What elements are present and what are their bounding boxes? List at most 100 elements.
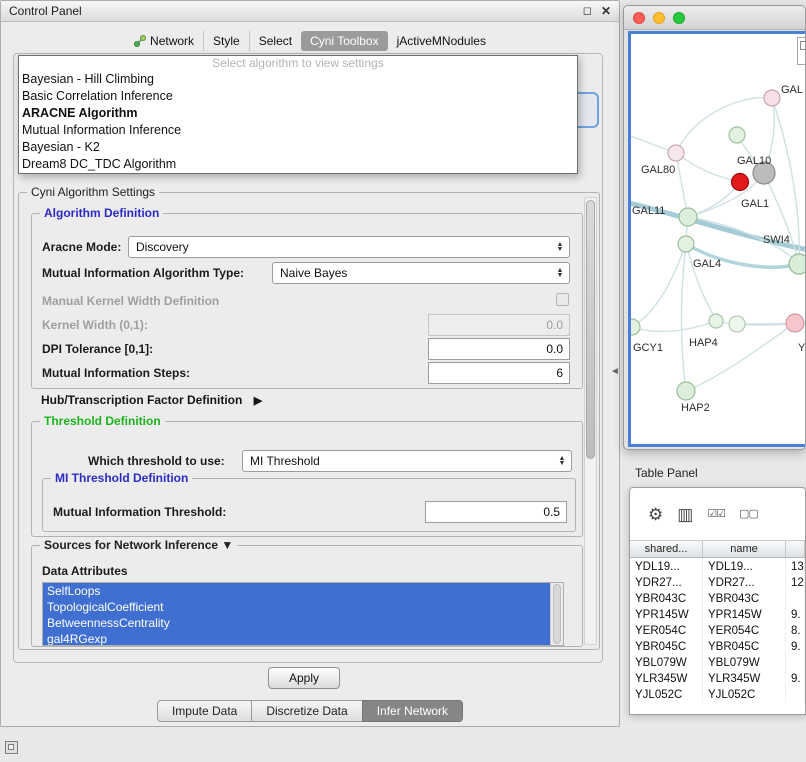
tab-infer-network[interactable]: Infer Network: [362, 700, 463, 722]
column-header-name[interactable]: name: [703, 541, 786, 557]
network-window-titlebar[interactable]: [624, 6, 805, 30]
network-node[interactable]: [732, 174, 749, 191]
table-cell[interactable]: YLR345W: [630, 671, 703, 687]
table-cell[interactable]: 8.: [786, 623, 805, 639]
network-canvas[interactable]: GALGAL80GAL10GAL11GAL1SWI4GAL4GCY1HAP4HA…: [628, 31, 806, 447]
table-cell[interactable]: YBL079W: [703, 655, 786, 671]
table-row[interactable]: YDR27...YDR27...12: [630, 575, 805, 591]
network-node[interactable]: [709, 314, 723, 328]
network-node[interactable]: [668, 145, 684, 161]
hub-transcription-factor-section[interactable]: Hub/Transcription Factor Definition ▶: [41, 393, 262, 407]
column-header-shared-name[interactable]: shared...: [630, 541, 703, 557]
table-cell[interactable]: YDR27...: [703, 575, 786, 591]
network-node[interactable]: [764, 90, 780, 106]
birdseye-toggle[interactable]: [797, 37, 806, 65]
aracne-mode-label: Aracne Mode:: [42, 240, 121, 254]
table-cell[interactable]: YJL052C: [630, 687, 703, 703]
table-cell[interactable]: YJL052C: [703, 687, 786, 703]
mi-steps-field[interactable]: 6: [428, 362, 570, 384]
attribute-item[interactable]: BetweennessCentrality: [43, 615, 552, 631]
attribute-item[interactable]: gal4RGexp: [43, 631, 552, 646]
table-cell[interactable]: YER054C: [630, 623, 703, 639]
which-threshold-select[interactable]: MI Threshold ▲▼: [242, 450, 572, 472]
table-row[interactable]: YDL19...YDL19...13: [630, 559, 805, 575]
mi-algorithm-type-select[interactable]: Naive Bayes ▲▼: [272, 262, 570, 284]
table-cell[interactable]: YBR043C: [703, 591, 786, 607]
tab-cyni-toolbox[interactable]: Cyni Toolbox: [301, 31, 387, 51]
table-cell[interactable]: 9.: [786, 639, 805, 655]
aracne-mode-select[interactable]: Discovery ▲▼: [128, 236, 570, 258]
algorithm-option[interactable]: Dream8 DC_TDC Algorithm: [19, 156, 577, 173]
table-cell[interactable]: YDR27...: [630, 575, 703, 591]
mac-close-button[interactable]: [633, 12, 645, 24]
table-row[interactable]: YBR045CYBR045C9.: [630, 639, 805, 655]
network-node[interactable]: [789, 254, 806, 274]
tab-impute-data[interactable]: Impute Data: [157, 700, 252, 722]
tab-discretize-data[interactable]: Discretize Data: [251, 700, 362, 722]
table-cell[interactable]: 9.: [786, 671, 805, 687]
table-row[interactable]: YPR145WYPR145W9.: [630, 607, 805, 623]
tab-network[interactable]: Network: [125, 31, 203, 51]
algorithm-option[interactable]: Mutual Information Inference: [19, 122, 577, 139]
table-cell[interactable]: YDL19...: [630, 559, 703, 575]
panel-collapse-arrow-icon[interactable]: ◄: [610, 366, 620, 377]
table-cell[interactable]: YBR043C: [630, 591, 703, 607]
settings-scrollbar[interactable]: [584, 197, 597, 645]
table-cell[interactable]: YPR145W: [703, 607, 786, 623]
column-header-extra[interactable]: [786, 541, 805, 557]
algorithm-option[interactable]: Bayesian - Hill Climbing: [19, 71, 577, 88]
attribute-item[interactable]: SelfLoops: [43, 583, 552, 599]
dpi-tolerance-field[interactable]: 0.0: [428, 338, 570, 360]
table-cell[interactable]: [786, 591, 805, 607]
close-icon[interactable]: ✕: [601, 6, 611, 17]
table-row[interactable]: YBR043CYBR043C: [630, 591, 805, 607]
table-cell[interactable]: [786, 655, 805, 671]
minimized-panel-icon[interactable]: [5, 741, 18, 754]
attribute-item[interactable]: TopologicalCoefficient: [43, 599, 552, 615]
tab-jactivemnodules[interactable]: jActiveMNodules: [388, 31, 495, 51]
network-node[interactable]: [677, 382, 695, 400]
hide-columns-icon[interactable]: ▢▢: [739, 506, 758, 523]
table-row[interactable]: YBL079WYBL079W: [630, 655, 805, 671]
mac-zoom-button[interactable]: [673, 12, 685, 24]
table-cell[interactable]: YPR145W: [630, 607, 703, 623]
tab-style[interactable]: Style: [203, 31, 249, 51]
node-label: SWI4: [763, 234, 790, 246]
table-cell[interactable]: [786, 687, 805, 703]
apply-button[interactable]: Apply: [268, 667, 340, 689]
table-cell[interactable]: YER054C: [703, 623, 786, 639]
table-cell[interactable]: YLR345W: [703, 671, 786, 687]
mac-minimize-button[interactable]: [653, 12, 665, 24]
column-layout-icon[interactable]: ▥: [677, 506, 693, 523]
scrollbar-thumb[interactable]: [586, 200, 595, 459]
list-scrollbar[interactable]: [550, 583, 563, 645]
table-cell[interactable]: YBL079W: [630, 655, 703, 671]
data-attributes-list[interactable]: SelfLoopsTopologicalCoefficientBetweenne…: [42, 582, 564, 646]
table-row[interactable]: YER054CYER054C8.: [630, 623, 805, 639]
tab-select[interactable]: Select: [249, 31, 301, 51]
network-node[interactable]: [786, 314, 804, 332]
settings-gear-icon[interactable]: ⚙: [648, 506, 663, 523]
table-cell[interactable]: YBR045C: [630, 639, 703, 655]
show-checked-columns-icon[interactable]: ☑☑: [707, 506, 725, 523]
mi-threshold-field[interactable]: 0.5: [425, 501, 567, 523]
algorithm-option[interactable]: ARACNE Algorithm: [19, 105, 577, 122]
network-node[interactable]: [679, 208, 697, 226]
network-node[interactable]: [729, 127, 745, 143]
algorithm-option[interactable]: Bayesian - K2: [19, 139, 577, 156]
algorithm-definition-group: Algorithm Definition Aracne Mode: Discov…: [31, 213, 583, 389]
table-row[interactable]: YLR345WYLR345W9.: [630, 671, 805, 687]
network-node[interactable]: [678, 236, 694, 252]
network-node[interactable]: [729, 316, 745, 332]
table-cell[interactable]: YBR045C: [703, 639, 786, 655]
control-panel-titlebar[interactable]: Control Panel ◻ ✕: [1, 1, 619, 22]
table-cell[interactable]: YDL19...: [703, 559, 786, 575]
algorithm-option[interactable]: Basic Correlation Inference: [19, 88, 577, 105]
float-window-icon[interactable]: ◻: [583, 6, 592, 17]
expand-arrow-icon[interactable]: ▶: [254, 395, 262, 407]
table-cell[interactable]: 13: [786, 559, 805, 575]
table-cell[interactable]: 12: [786, 575, 805, 591]
table-row[interactable]: YJL052CYJL052C: [630, 687, 805, 703]
table-cell[interactable]: 9.: [786, 607, 805, 623]
sources-group-title[interactable]: Sources for Network Inference ▼: [40, 538, 237, 552]
